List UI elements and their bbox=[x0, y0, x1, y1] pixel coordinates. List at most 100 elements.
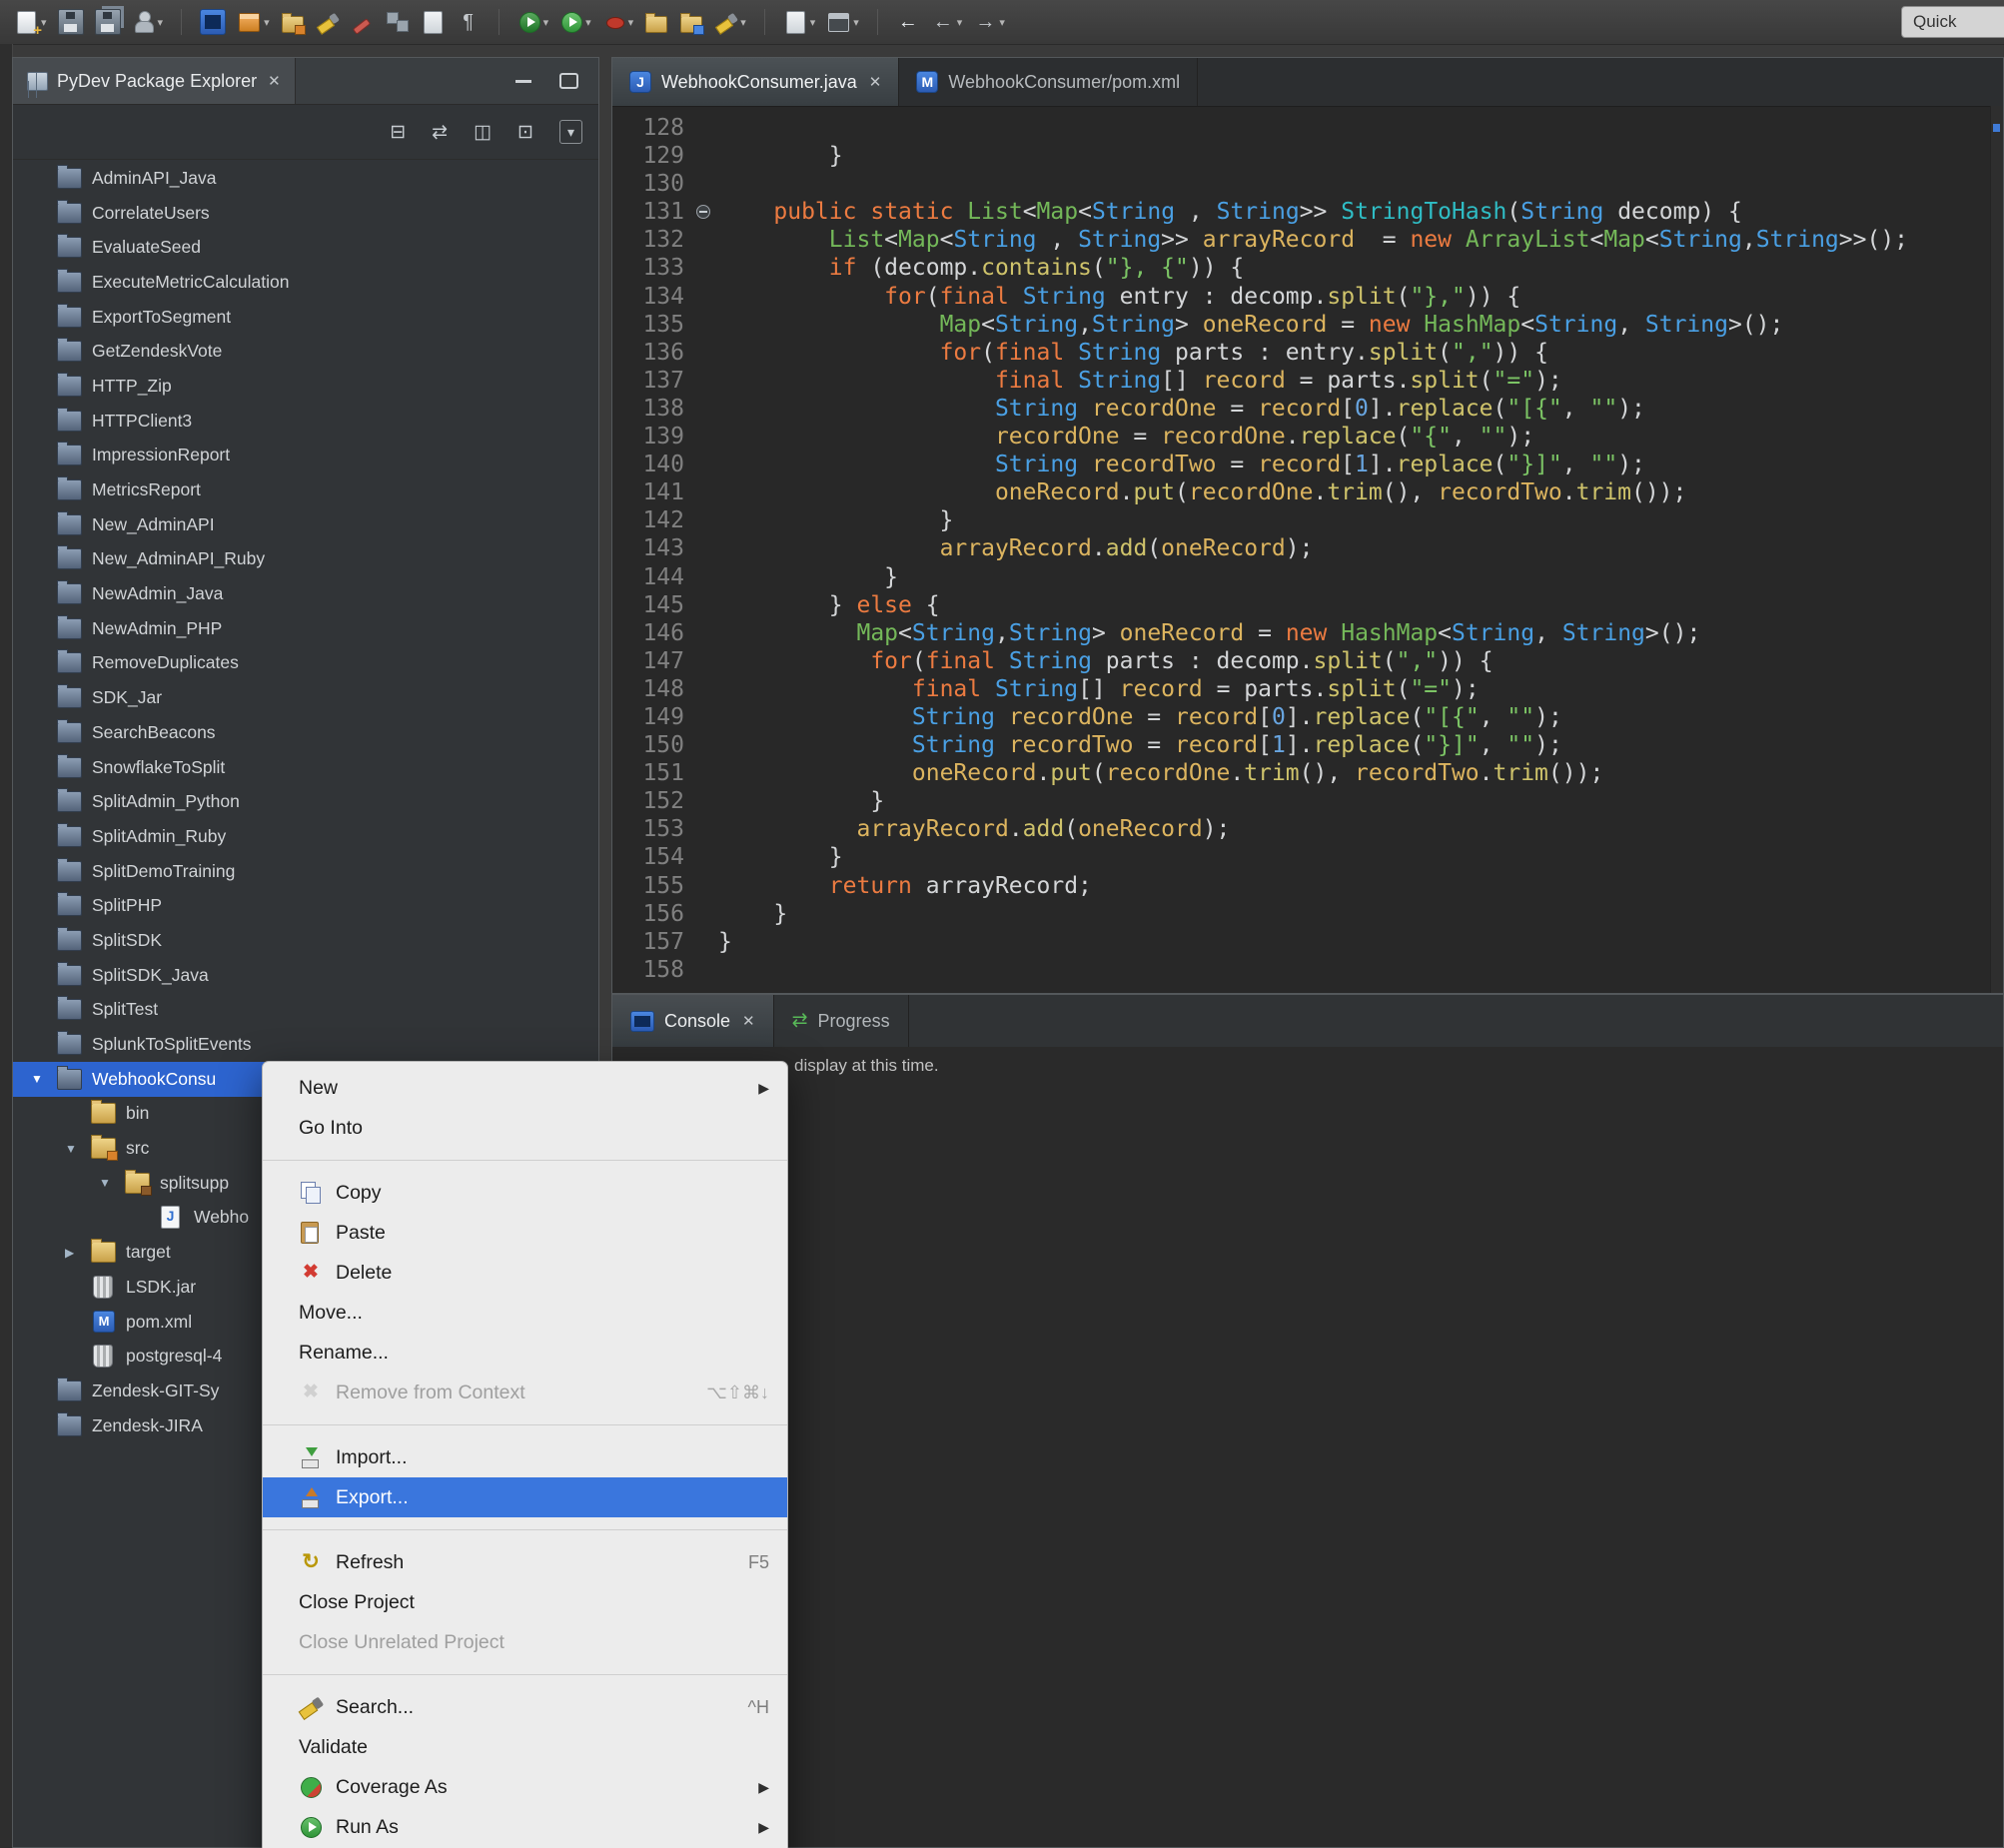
marker-pen-button[interactable] bbox=[349, 8, 377, 36]
back-button[interactable]: ←▾ bbox=[929, 8, 965, 36]
compare-doc-button[interactable] bbox=[419, 8, 448, 37]
chevron-down-icon[interactable]: ▾ bbox=[264, 16, 270, 29]
chevron-down-icon[interactable]: ▾ bbox=[957, 16, 963, 29]
expand-selected-icon[interactable]: ◫ bbox=[474, 121, 492, 144]
annotation-doc-button[interactable]: ▾ bbox=[781, 8, 818, 37]
menu-item-new[interactable]: New▶ bbox=[263, 1068, 787, 1108]
menu-item-close-project[interactable]: Close Project bbox=[263, 1582, 787, 1622]
chevron-down-icon[interactable]: ▾ bbox=[585, 16, 591, 29]
chevron-down-icon[interactable]: ▾ bbox=[999, 16, 1005, 29]
quick-access-box[interactable]: Quick bbox=[1901, 6, 2004, 38]
sync-pair-button[interactable] bbox=[384, 8, 412, 36]
menu-item-copy[interactable]: Copy bbox=[263, 1173, 787, 1213]
view-menu-icon[interactable]: ▾ bbox=[559, 120, 582, 144]
tree-item-splitsdk-java[interactable]: SplitSDK_Java bbox=[13, 958, 598, 993]
tab-progress[interactable]: ⇄Progress bbox=[774, 995, 909, 1047]
tree-item-newadmin-php[interactable]: NewAdmin_PHP bbox=[13, 611, 598, 646]
tree-item-metricsreport[interactable]: MetricsReport bbox=[13, 472, 598, 507]
forward-button[interactable]: →▾ bbox=[971, 8, 1007, 36]
menu-item-move[interactable]: Move... bbox=[263, 1293, 787, 1333]
search-flashlight-button[interactable] bbox=[314, 8, 342, 36]
editor-tab[interactable]: JWebhookConsumer.java✕ bbox=[612, 58, 899, 106]
menu-item-go-into[interactable]: Go Into bbox=[263, 1108, 787, 1148]
chevron-down-icon[interactable]: ▾ bbox=[853, 16, 859, 29]
new-package-button[interactable]: ▾ bbox=[235, 8, 272, 37]
collapse-minus-icon[interactable] bbox=[696, 205, 710, 219]
back-bold-button[interactable]: ← bbox=[894, 8, 922, 36]
menu-item-paste[interactable]: Paste bbox=[263, 1213, 787, 1253]
tree-item-newadmin-java[interactable]: NewAdmin_Java bbox=[13, 576, 598, 611]
tab-pydev-package-explorer[interactable]: PyDev Package Explorer ✕ bbox=[13, 58, 296, 104]
tree-item-sdk-jar[interactable]: SDK_Jar bbox=[13, 680, 598, 715]
close-icon[interactable]: ✕ bbox=[268, 72, 281, 90]
filter-icon[interactable]: ⊡ bbox=[517, 121, 533, 144]
tree-item-evaluateseed[interactable]: EvaluateSeed bbox=[13, 230, 598, 265]
perspective-button[interactable]: ▾ bbox=[824, 8, 861, 37]
tree-item-httpclient3[interactable]: HTTPClient3 bbox=[13, 404, 598, 439]
project-icon bbox=[57, 722, 82, 743]
tab-console[interactable]: Console✕ bbox=[612, 995, 774, 1047]
tree-item-exporttosegment[interactable]: ExportToSegment bbox=[13, 300, 598, 335]
menu-item-search[interactable]: Search...^H bbox=[263, 1687, 787, 1727]
fold-spacer bbox=[692, 339, 718, 367]
maximize-icon[interactable] bbox=[559, 73, 578, 89]
user-profile-button[interactable]: ▾ bbox=[130, 8, 166, 36]
new-wizard-button[interactable]: ▾ bbox=[12, 8, 49, 37]
tree-item-getzendeskvote[interactable]: GetZendeskVote bbox=[13, 334, 598, 369]
open-artifact-button[interactable] bbox=[279, 9, 307, 35]
editor-tab[interactable]: MWebhookConsumer/pom.xml bbox=[899, 58, 1198, 106]
twisty-collapsed-icon[interactable]: ▶ bbox=[65, 1246, 91, 1260]
highlighter-button[interactable]: ▾ bbox=[712, 8, 748, 36]
twisty-expanded-icon[interactable]: ▼ bbox=[99, 1176, 125, 1190]
tree-item-searchbeacons[interactable]: SearchBeacons bbox=[13, 715, 598, 750]
tree-item-http-zip[interactable]: HTTP_Zip bbox=[13, 369, 598, 404]
save-all-button[interactable] bbox=[93, 7, 123, 37]
chevron-down-icon[interactable]: ▾ bbox=[740, 16, 746, 29]
minimize-icon[interactable] bbox=[515, 80, 531, 83]
link-with-editor-icon[interactable]: ⇄ bbox=[432, 121, 448, 144]
open-resource-button[interactable] bbox=[677, 9, 705, 35]
menu-item-import[interactable]: Import... bbox=[263, 1437, 787, 1477]
twisty-expanded-icon[interactable]: ▼ bbox=[31, 1072, 57, 1086]
chevron-down-icon[interactable]: ▾ bbox=[810, 16, 816, 29]
tree-item-correlateusers[interactable]: CorrelateUsers bbox=[13, 196, 598, 231]
close-icon[interactable]: ✕ bbox=[869, 73, 882, 91]
chevron-down-icon[interactable]: ▾ bbox=[543, 16, 549, 29]
twisty-expanded-icon[interactable]: ▼ bbox=[65, 1142, 91, 1156]
menu-item-validate[interactable]: Validate bbox=[263, 1727, 787, 1767]
fold-marker[interactable] bbox=[692, 198, 718, 226]
tree-item-new-adminapi[interactable]: New_AdminAPI bbox=[13, 507, 598, 542]
menu-item-coverage-as[interactable]: Coverage As▶ bbox=[263, 1767, 787, 1807]
tree-item-splittest[interactable]: SplitTest bbox=[13, 993, 598, 1028]
tree-item-splitsdk[interactable]: SplitSDK bbox=[13, 923, 598, 958]
tree-item-impressionreport[interactable]: ImpressionReport bbox=[13, 439, 598, 473]
collapse-all-icon[interactable]: ⊟ bbox=[390, 121, 406, 144]
menu-item-refresh[interactable]: ↻RefreshF5 bbox=[263, 1542, 787, 1582]
tree-item-new-adminapi-ruby[interactable]: New_AdminAPI_Ruby bbox=[13, 542, 598, 577]
tree-item-splunktosplitevents[interactable]: SplunkToSplitEvents bbox=[13, 1027, 598, 1062]
tree-item-snowflaketosplit[interactable]: SnowflakeToSplit bbox=[13, 750, 598, 785]
tree-item-removeduplicates[interactable]: RemoveDuplicates bbox=[13, 646, 598, 681]
overview-ruler[interactable] bbox=[1990, 106, 2003, 993]
chevron-down-icon[interactable]: ▾ bbox=[628, 16, 634, 29]
tree-item-splitphp[interactable]: SplitPHP bbox=[13, 888, 598, 923]
debug-button[interactable]: ▾ bbox=[515, 8, 551, 36]
tree-item-splitdemotraining[interactable]: SplitDemoTraining bbox=[13, 854, 598, 889]
close-icon[interactable]: ✕ bbox=[742, 1012, 755, 1030]
chevron-down-icon[interactable]: ▾ bbox=[158, 16, 164, 29]
save-button[interactable] bbox=[56, 7, 86, 37]
show-whitespace-button[interactable]: ¶ bbox=[455, 8, 483, 36]
open-folder-button[interactable] bbox=[642, 9, 670, 35]
menu-item-export[interactable]: Export... bbox=[263, 1477, 787, 1517]
tree-item-adminapi-java[interactable]: AdminAPI_Java bbox=[13, 161, 598, 196]
tree-item-splitadmin-ruby[interactable]: SplitAdmin_Ruby bbox=[13, 819, 598, 854]
menu-item-run-as[interactable]: Run As▶ bbox=[263, 1807, 787, 1847]
tree-item-splitadmin-python[interactable]: SplitAdmin_Python bbox=[13, 784, 598, 819]
console-view-button[interactable] bbox=[198, 7, 228, 37]
menu-item-delete[interactable]: ✖Delete bbox=[263, 1253, 787, 1293]
tree-item-executemetriccalculation[interactable]: ExecuteMetricCalculation bbox=[13, 265, 598, 300]
run-button[interactable]: ▾ bbox=[557, 8, 593, 36]
profile-ant-button[interactable]: ▾ bbox=[600, 8, 636, 36]
menu-item-rename[interactable]: Rename... bbox=[263, 1333, 787, 1373]
code-area[interactable]: 128129 }130131 public static List<Map<St… bbox=[612, 106, 1991, 993]
